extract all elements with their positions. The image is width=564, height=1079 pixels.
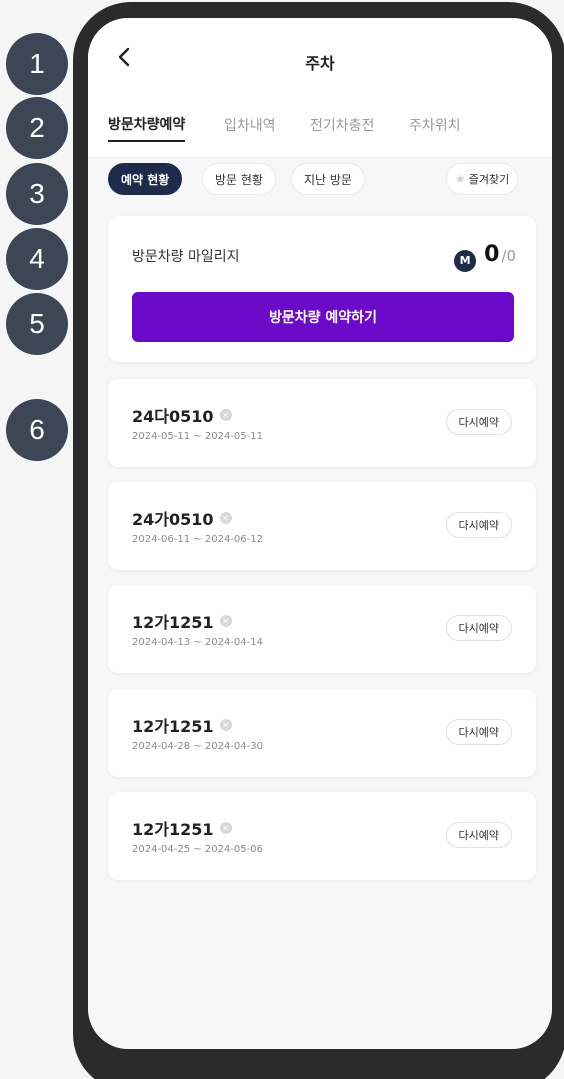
step-marker-2: 2: [6, 97, 68, 159]
plate-number-row: 24가0510 ✕: [132, 506, 232, 530]
plate-number-row: 12가1251 ✕: [132, 713, 232, 737]
step-marker-4: 4: [6, 228, 68, 290]
delete-icon[interactable]: ✕: [219, 615, 232, 627]
delete-icon[interactable]: ✕: [219, 822, 232, 834]
star-icon: ★: [455, 172, 466, 186]
tab-entry-history[interactable]: 입차내역: [224, 108, 276, 142]
step-marker-6: 6: [6, 399, 68, 461]
page-title: 주차: [305, 54, 335, 73]
step-marker-5: 5: [6, 293, 68, 355]
mileage-icon: M: [454, 249, 477, 272]
mileage-card: 방문차량 마일리지 M 0 /0 방문차량 예약하기: [108, 216, 536, 362]
reservation-dates: 2024-06-11 ~ 2024-06-12: [132, 534, 263, 545]
reservation-item[interactable]: 12가1251 ✕ 2024-04-25 ~ 2024-05-06 다시예약: [108, 792, 536, 880]
app-header: 주차: [88, 18, 552, 98]
delete-icon[interactable]: ✕: [219, 409, 232, 421]
plate-number: 12가1251: [132, 613, 214, 632]
plate-number: 12가1251: [132, 717, 214, 736]
reservation-item[interactable]: 24가0510 ✕ 2024-06-11 ~ 2024-06-12 다시예약: [108, 482, 536, 570]
rebook-button[interactable]: 다시예약: [445, 822, 512, 848]
tab-visitor-reservation[interactable]: 방문차량예약: [108, 108, 186, 142]
reserve-visitor-button[interactable]: 방문차량 예약하기: [132, 292, 514, 342]
reservation-dates: 2024-04-25 ~ 2024-05-06: [132, 844, 263, 855]
mileage-total: /0: [501, 247, 516, 265]
stage: 1 2 3 4 5 6 주차 방문차량예약 입차내역 전기차충전 주차위치 예약…: [0, 0, 564, 1079]
rebook-button[interactable]: 다시예약: [445, 615, 512, 641]
filter-visit-status[interactable]: 방문 현황: [202, 163, 276, 195]
reservation-item[interactable]: 12가1251 ✕ 2024-04-13 ~ 2024-04-14 다시예약: [108, 585, 536, 673]
rebook-button[interactable]: 다시예약: [445, 719, 512, 745]
plate-number-row: 12가1251 ✕: [132, 816, 232, 840]
tab-parking-location[interactable]: 주차위치: [409, 108, 461, 142]
step-marker-1: 1: [6, 33, 68, 95]
tab-bar: 방문차량예약 입차내역 전기차충전 주차위치: [88, 98, 552, 158]
delete-icon[interactable]: ✕: [219, 719, 232, 731]
reservation-item[interactable]: 12가1251 ✕ 2024-04-28 ~ 2024-04-30 다시예약: [108, 689, 536, 777]
filter-past-visits[interactable]: 지난 방문: [291, 163, 365, 195]
plate-number: 24다0510: [132, 407, 214, 426]
rebook-button[interactable]: 다시예약: [445, 409, 512, 435]
step-marker-3: 3: [6, 163, 68, 225]
plate-number-row: 24다0510 ✕: [132, 403, 232, 427]
reservation-item[interactable]: 24다0510 ✕ 2024-05-11 ~ 2024-05-11 다시예약: [108, 379, 536, 467]
mileage-current: 0: [484, 242, 500, 267]
plate-number: 12가1251: [132, 820, 214, 839]
plate-number-row: 12가1251 ✕: [132, 609, 232, 633]
filter-reservation-status[interactable]: 예약 현황: [108, 163, 183, 195]
mileage-label: 방문차량 마일리지: [132, 249, 240, 265]
favorites-button[interactable]: ★ 즐겨찾기: [446, 163, 519, 195]
tab-ev-charging[interactable]: 전기차충전: [310, 108, 374, 142]
app-screen: 주차 방문차량예약 입차내역 전기차충전 주차위치 예약 현황 방문 현황 지난…: [88, 18, 552, 1049]
reservation-dates: 2024-04-28 ~ 2024-04-30: [132, 741, 263, 752]
delete-icon[interactable]: ✕: [219, 512, 232, 524]
reservation-dates: 2024-04-13 ~ 2024-04-14: [132, 637, 263, 648]
favorites-label: 즐겨찾기: [468, 173, 510, 186]
plate-number: 24가0510: [132, 510, 214, 529]
mileage-value: M 0 /0: [454, 242, 516, 272]
rebook-button[interactable]: 다시예약: [445, 512, 512, 538]
reservation-dates: 2024-05-11 ~ 2024-05-11: [132, 431, 263, 442]
